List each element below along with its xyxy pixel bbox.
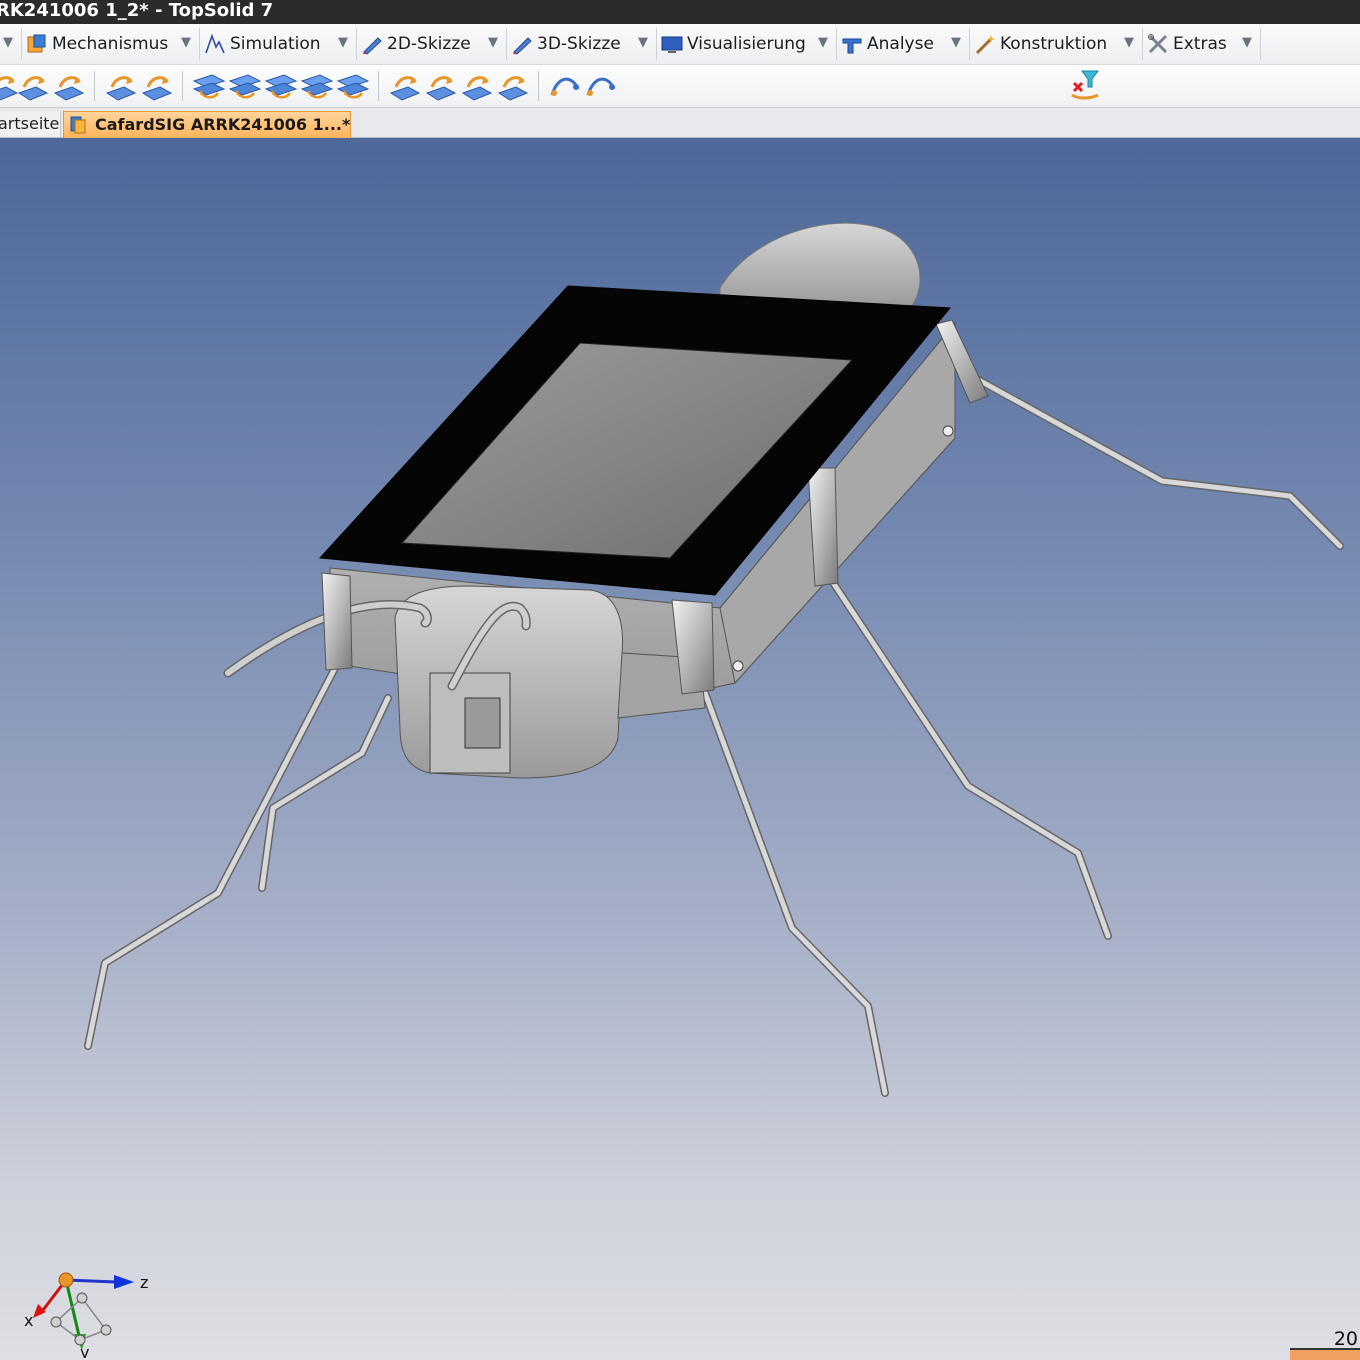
rotate-plane-icon[interactable] (140, 69, 174, 103)
triad-origin (58, 1272, 74, 1288)
y-axis-label: y (80, 1343, 89, 1358)
screw-hole (942, 425, 954, 437)
scale-value: 20 (1333, 1328, 1358, 1350)
menu-label: Analyse (867, 34, 934, 54)
filter-clear-icon[interactable] (1068, 69, 1102, 103)
plane-arrow-icon[interactable] (496, 69, 530, 103)
leg-center (701, 689, 889, 1097)
chevron-down-icon[interactable]: ▼ (338, 35, 348, 50)
document-tab-bar: artseite CafardSIG ARRK241006 1...* (0, 108, 1360, 138)
menu-konstruktion[interactable]: Konstruktion ▼ (970, 28, 1143, 60)
toolbar-separator (182, 71, 183, 101)
tab-label: CafardSIG ARRK241006 1...* (95, 115, 351, 134)
menu-label: Konstruktion (1000, 34, 1108, 54)
plane-stack-icon[interactable] (264, 69, 298, 103)
plane-stack-icon[interactable] (192, 69, 226, 103)
curve-dropdown-icon[interactable] (584, 69, 618, 103)
plane-arrow-icon[interactable] (52, 69, 86, 103)
chevron-down-icon[interactable]: ▼ (1242, 35, 1252, 50)
plane-arrow-icon[interactable] (424, 69, 458, 103)
chevron-down-icon[interactable]: ▼ (3, 35, 13, 50)
plane-stack-icon[interactable] (300, 69, 334, 103)
menu-mechanismus[interactable]: Mechanismus ▼ (22, 28, 200, 60)
chevron-down-icon[interactable]: ▼ (181, 35, 191, 50)
construction-wand-icon (975, 35, 995, 55)
tab-active-document[interactable]: CafardSIG ARRK241006 1...* (63, 111, 351, 138)
toolbar-separator (378, 71, 379, 101)
z-axis-arrow (114, 1275, 134, 1289)
menu-extras[interactable]: Extras ▼ (1143, 28, 1261, 60)
axis-triad[interactable]: z x y (18, 1258, 168, 1358)
menu-2d-skizze[interactable]: 2D-Skizze ▼ (357, 28, 507, 60)
menu-label: 2D-Skizze (387, 34, 471, 54)
x-axis-label: x (24, 1311, 33, 1330)
leg-right-back (971, 374, 1344, 550)
rotate-plane-icon[interactable] (104, 69, 138, 103)
ribbon-menu-bar: ▼ Mechanismus ▼ Simulation ▼ 2D-Skizze ▼… (0, 24, 1360, 65)
scale-bar (1290, 1348, 1360, 1360)
window-title-bar: RK241006 1_2* - TopSolid 7 (0, 0, 1360, 24)
leg-right-front (826, 574, 1112, 940)
analysis-icon (842, 38, 862, 54)
sketch-3d-icon (513, 37, 532, 55)
leg-left-mid (258, 694, 392, 892)
3d-viewport[interactable]: z x y 20 (0, 138, 1360, 1360)
plane-stack-icon[interactable] (336, 69, 370, 103)
menu-3d-skizze[interactable]: 3D-Skizze ▼ (507, 28, 657, 60)
menu-visualisierung[interactable]: Visualisierung ▼ (657, 28, 837, 60)
plane-arrow-icon[interactable] (460, 69, 494, 103)
chevron-down-icon[interactable]: ▼ (818, 35, 828, 50)
toolbar (0, 65, 1360, 108)
menu-label: Simulation (230, 34, 321, 54)
chevron-down-icon[interactable]: ▼ (488, 35, 498, 50)
z-axis (65, 1278, 117, 1284)
menu-label: 3D-Skizze (537, 34, 621, 54)
menu-simulation[interactable]: Simulation ▼ (200, 28, 357, 60)
document-icon (70, 116, 86, 134)
toolbar-separator (94, 71, 95, 101)
menu-label: Extras (1173, 34, 1227, 54)
menu-analyse[interactable]: Analyse ▼ (837, 28, 970, 60)
menu-label: Mechanismus (52, 34, 169, 54)
toolbar-separator (538, 71, 539, 101)
screw-hole (732, 660, 744, 672)
z-axis-label: z (140, 1273, 148, 1292)
chevron-down-icon[interactable]: ▼ (1124, 35, 1134, 50)
window-title: RK241006 1_2* - TopSolid 7 (0, 0, 274, 21)
tab-startseite[interactable]: artseite (0, 111, 61, 137)
tab-label: artseite (0, 114, 60, 133)
x-axis-arrow (33, 1304, 46, 1318)
cad-model-bug-robot[interactable] (0, 138, 1360, 1360)
curve-icon[interactable] (548, 69, 582, 103)
mechanism-icon (27, 34, 46, 53)
plane-arrow-icon[interactable] (16, 69, 50, 103)
sketch-2d-icon (363, 37, 382, 55)
plane-arrow-icon[interactable] (388, 69, 422, 103)
leg-left-rear (84, 664, 339, 1050)
tools-icon (1148, 34, 1168, 54)
chevron-down-icon[interactable]: ▼ (951, 35, 961, 50)
rear-cylinder (719, 222, 921, 309)
chevron-down-icon[interactable]: ▼ (638, 35, 648, 50)
menu-overflow[interactable]: ▼ (0, 28, 22, 60)
plane-stack-icon[interactable] (228, 69, 262, 103)
display-icon (661, 36, 683, 53)
menu-label: Visualisierung (687, 34, 806, 54)
simulation-icon (205, 33, 225, 54)
